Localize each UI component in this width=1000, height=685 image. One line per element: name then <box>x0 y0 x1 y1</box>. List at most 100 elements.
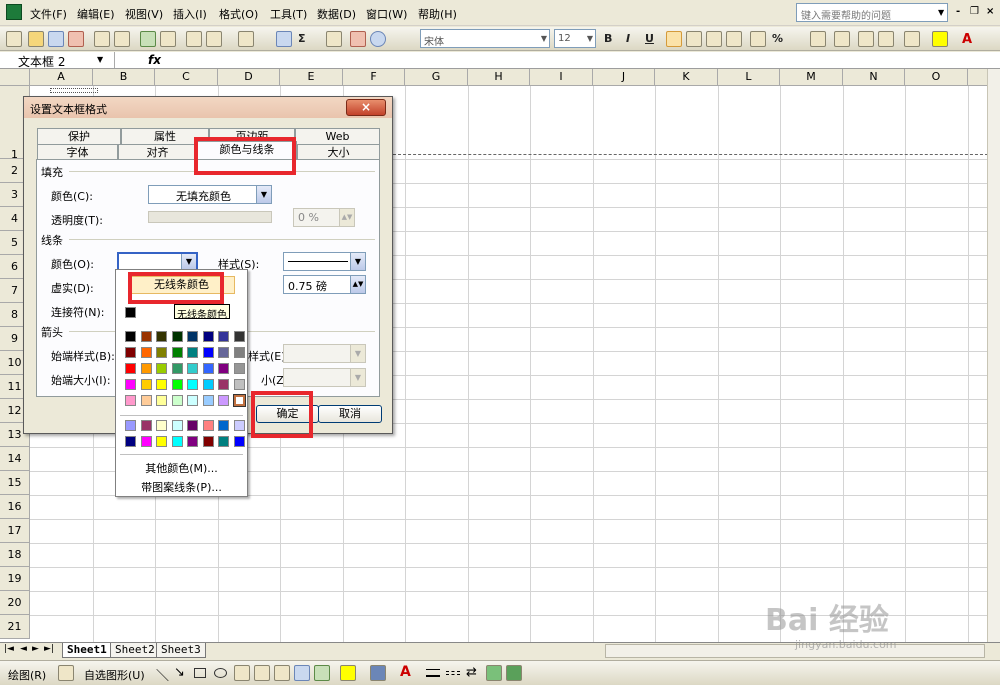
color-swatch[interactable] <box>202 347 214 358</box>
column-header[interactable]: A <box>30 69 93 86</box>
line-style-icon[interactable] <box>426 669 440 677</box>
tab-web[interactable]: Web <box>295 128 380 144</box>
increase-indent-icon[interactable] <box>878 31 894 47</box>
color-swatch[interactable] <box>233 436 245 447</box>
color-swatch[interactable] <box>171 379 183 390</box>
color-swatch[interactable] <box>187 420 198 431</box>
row-header[interactable]: 18 <box>0 543 30 567</box>
color-swatch[interactable] <box>187 347 198 358</box>
color-swatch[interactable] <box>218 420 229 431</box>
column-header[interactable]: N <box>843 69 905 86</box>
column-header[interactable]: B <box>93 69 155 86</box>
color-swatch[interactable] <box>140 331 152 342</box>
line-color-icon[interactable] <box>370 665 386 681</box>
rectangle-icon[interactable] <box>194 668 206 678</box>
chevron-down-icon[interactable]: ▼ <box>350 369 365 386</box>
wordart-icon[interactable] <box>274 665 290 681</box>
dash-style-icon[interactable] <box>446 671 460 675</box>
restore-icon[interactable]: ❐ <box>970 6 979 17</box>
textbox-icon[interactable] <box>234 665 250 681</box>
textbox-dashed-border[interactable] <box>393 154 988 155</box>
color-swatch[interactable] <box>218 436 229 447</box>
arrow-icon[interactable]: ↘ <box>174 665 185 680</box>
color-swatch[interactable] <box>125 395 136 406</box>
underline-button[interactable]: U <box>645 32 654 45</box>
dialog-close-button[interactable]: × <box>346 99 386 116</box>
patterned-lines-item[interactable]: 带图案线条(P)... <box>116 479 247 495</box>
sheet-tab-1[interactable]: Sheet1 <box>62 643 112 658</box>
color-swatch[interactable] <box>171 420 183 431</box>
column-header[interactable]: O <box>905 69 968 86</box>
align-center-icon[interactable] <box>686 31 702 47</box>
menu-format[interactable]: 格式(O) <box>219 6 258 22</box>
decrease-decimal-icon[interactable] <box>834 31 850 47</box>
color-swatch[interactable] <box>187 379 198 390</box>
borders-icon[interactable] <box>904 31 920 47</box>
chevron-down-icon[interactable]: ▼ <box>350 253 365 270</box>
bold-button[interactable]: B <box>604 32 612 45</box>
row-header[interactable]: 16 <box>0 495 30 519</box>
color-swatch[interactable] <box>156 420 167 431</box>
chevron-down-icon[interactable]: ▼ <box>97 55 103 64</box>
menu-file[interactable]: 文件(F) <box>30 6 67 22</box>
color-swatch[interactable] <box>202 395 214 406</box>
research-icon[interactable] <box>160 31 176 47</box>
merge-center-icon[interactable] <box>726 31 742 47</box>
color-swatch[interactable] <box>140 420 152 431</box>
chevron-down-icon[interactable]: ▼ <box>938 8 944 17</box>
color-swatch[interactable] <box>125 436 136 447</box>
column-header[interactable]: E <box>280 69 343 86</box>
help-icon[interactable] <box>370 31 386 47</box>
spelling-icon[interactable] <box>140 31 156 47</box>
menu-help[interactable]: 帮助(H) <box>418 6 457 22</box>
color-swatch[interactable] <box>233 363 245 374</box>
cut-icon[interactable] <box>186 31 202 47</box>
percent-button[interactable]: % <box>772 32 783 45</box>
print-preview-icon[interactable] <box>114 31 130 47</box>
color-swatch[interactable] <box>156 331 167 342</box>
close-icon[interactable]: × <box>986 6 994 17</box>
color-swatch[interactable] <box>125 331 136 342</box>
permission-icon[interactable] <box>68 31 84 47</box>
color-swatch[interactable] <box>171 395 183 406</box>
chevron-down-icon[interactable]: ▼ <box>541 34 547 43</box>
cancel-button[interactable]: 取消 <box>318 405 382 423</box>
color-swatch[interactable] <box>233 379 245 390</box>
transparency-input[interactable]: 0 % ▲▼ <box>293 208 355 227</box>
line-icon[interactable]: ＼ <box>156 665 169 684</box>
color-swatch[interactable] <box>125 379 136 390</box>
menu-insert[interactable]: 插入(I) <box>173 6 207 22</box>
color-swatch[interactable] <box>140 363 152 374</box>
color-swatch[interactable] <box>202 363 214 374</box>
color-swatch[interactable] <box>140 379 152 390</box>
select-objects-icon[interactable] <box>58 665 74 681</box>
shadow-style-icon[interactable] <box>486 665 502 681</box>
color-swatch[interactable] <box>156 363 167 374</box>
color-swatch[interactable] <box>156 347 167 358</box>
tab-protection[interactable]: 保护 <box>37 128 121 144</box>
vertical-scrollbar[interactable] <box>987 69 1000 642</box>
color-swatch[interactable] <box>202 331 214 342</box>
new-icon[interactable] <box>6 31 22 47</box>
draw-menu[interactable]: 绘图(R) <box>8 667 46 683</box>
print-icon[interactable] <box>94 31 110 47</box>
color-swatch[interactable] <box>156 395 167 406</box>
help-search-input[interactable]: 键入需要帮助的问题 <box>796 3 948 22</box>
italic-button[interactable]: I <box>626 32 630 45</box>
column-header[interactable]: J <box>593 69 655 86</box>
save-icon[interactable] <box>48 31 64 47</box>
color-swatch[interactable] <box>140 395 152 406</box>
sort-icon[interactable] <box>326 31 342 47</box>
decrease-indent-icon[interactable] <box>858 31 874 47</box>
row-header[interactable]: 17 <box>0 519 30 543</box>
color-swatch[interactable] <box>218 347 229 358</box>
menu-edit[interactable]: 编辑(E) <box>77 6 115 22</box>
column-header[interactable]: M <box>780 69 843 86</box>
chevron-down-icon[interactable]: ▼ <box>350 345 365 362</box>
3d-style-icon[interactable] <box>506 665 522 681</box>
font-size-select[interactable]: 12 ▼ <box>554 29 596 48</box>
sheet-tab-3[interactable]: Sheet3 <box>156 643 206 658</box>
row-header[interactable]: 21 <box>0 615 30 639</box>
fill-color-icon[interactable] <box>932 31 948 47</box>
color-swatch[interactable] <box>233 331 245 342</box>
